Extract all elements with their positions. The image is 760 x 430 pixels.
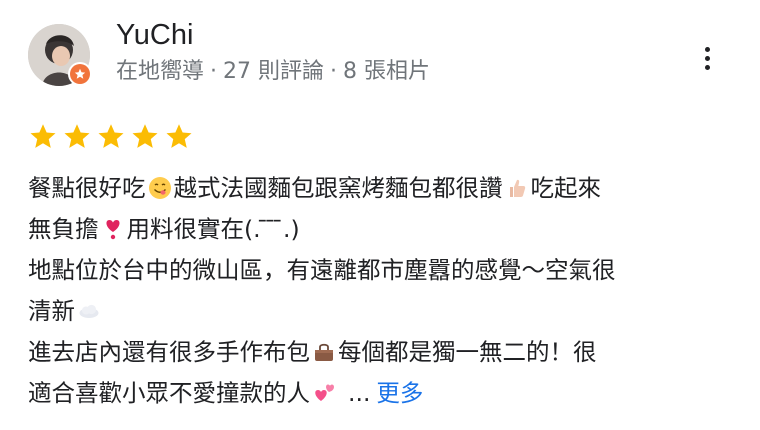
text-segment: 越式法國麵包跟窯烤麵包都很讚 bbox=[173, 174, 503, 202]
text-segment: 吃起來 bbox=[530, 174, 602, 202]
review-line: 清新 bbox=[28, 291, 728, 332]
review-line: 適合喜歡小眾不愛撞款的人... 更多 bbox=[28, 373, 728, 414]
review-line: 進去店內還有很多手作布包 每個都是獨一無二的！很 bbox=[28, 332, 728, 373]
text-segment: 用料很實在(. ̄ ̄ ̄.) bbox=[126, 215, 300, 243]
more-link[interactable]: 更多 bbox=[376, 379, 423, 407]
star-icon bbox=[98, 124, 124, 148]
review-card: YuChi 在地嚮導 · 27 則評論 · 8 張相片 餐點很好吃 越式法國麵包跟窯烤麵包… bbox=[0, 0, 760, 430]
review-line: 無負擔 用料很實在(. ̄ ̄ ̄.) bbox=[28, 209, 728, 250]
photo-count: 8 張相片 bbox=[343, 59, 431, 84]
star-rating bbox=[28, 122, 198, 152]
savoring-face-emoji-icon bbox=[148, 177, 171, 199]
author-name[interactable]: YuChi bbox=[116, 18, 193, 52]
author-meta: 在地嚮導 · 27 則評論 · 8 張相片 bbox=[116, 58, 430, 86]
thumbs-up-emoji-icon bbox=[509, 179, 525, 197]
review-line: 地點位於台中的微山區，有遠離都市塵囂的感覺～空氣很 bbox=[28, 250, 728, 291]
cloud-emoji-icon bbox=[79, 304, 99, 318]
text-segment: 進去店內還有很多手作布包 bbox=[28, 338, 310, 366]
heart-exclamation-emoji-icon bbox=[105, 220, 120, 240]
text-segment: 每個都是獨一無二的！很 bbox=[338, 338, 597, 366]
text-segment: 清新 bbox=[28, 297, 75, 325]
star-icon bbox=[64, 124, 90, 148]
star-icon bbox=[132, 124, 158, 148]
text-segment: 地點位於台中的微山區，有遠離都市塵囂的感覺～空氣很 bbox=[28, 256, 616, 284]
local-guide-icon bbox=[68, 62, 92, 86]
star-icon bbox=[30, 124, 56, 148]
text-segment: 無負擔 bbox=[28, 215, 99, 243]
review-count: 27 則評論 bbox=[223, 59, 325, 84]
more-vert-icon[interactable] bbox=[694, 40, 720, 76]
text-segment: 適合喜歡小眾不愛撞款的人 bbox=[28, 379, 310, 407]
two-hearts-emoji-icon bbox=[315, 384, 334, 401]
text-segment: 餐點很好吃 bbox=[28, 174, 146, 202]
ellipsis: ... bbox=[348, 379, 371, 407]
star-icon bbox=[166, 124, 192, 148]
local-guide-label: 在地嚮導 bbox=[116, 59, 205, 84]
review-text: 餐點很好吃 越式法國麵包跟窯烤麵包都很讚 吃起來 無負擔 用料很實在(. ̄ ̄ ̄.… bbox=[28, 168, 728, 414]
meta-separator: · bbox=[330, 59, 338, 84]
review-line: 餐點很好吃 越式法國麵包跟窯烤麵包都很讚 吃起來 bbox=[28, 168, 728, 209]
handbag-emoji-icon bbox=[315, 343, 333, 361]
meta-separator: · bbox=[210, 59, 218, 84]
